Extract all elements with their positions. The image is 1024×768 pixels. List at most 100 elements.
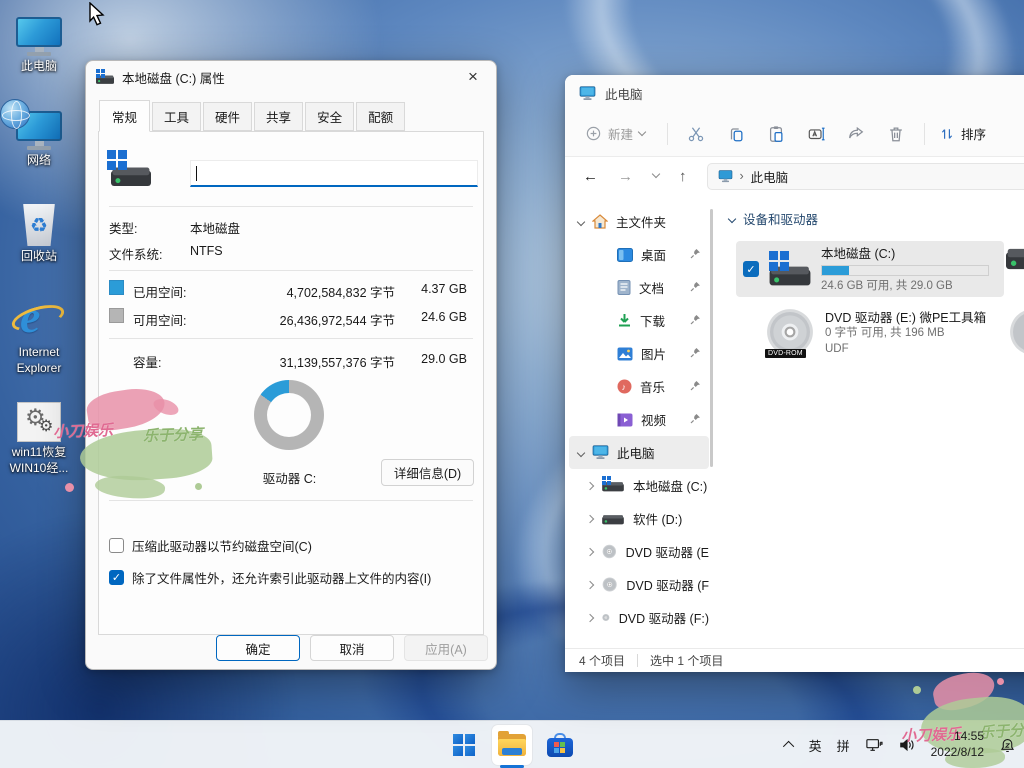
paste-icon — [767, 125, 785, 143]
breadcrumb-this-pc[interactable]: 此电脑 — [751, 167, 789, 186]
sidebar-item-dvd-2[interactable]: DVD 驱动器 (F:) — [569, 601, 709, 634]
hidden-icons-chevron[interactable] — [783, 741, 794, 752]
apply-button[interactable]: 应用(A) — [404, 635, 488, 661]
chevron-right-icon[interactable] — [586, 514, 594, 522]
taskbar-file-explorer-button[interactable] — [492, 725, 532, 765]
taskbar-store-button[interactable] — [540, 725, 580, 765]
sidebar-item-home[interactable]: 主文件夹 — [569, 205, 709, 238]
divider — [109, 500, 473, 501]
drive-c-tile[interactable]: ✓ 本地磁盘 (C:) — [736, 241, 1004, 297]
chevron-right-icon[interactable] — [586, 547, 594, 555]
taskbar-clock[interactable]: 14:55 2022/8/12 — [931, 729, 984, 760]
ok-button[interactable]: 确定 — [216, 635, 300, 661]
address-bar[interactable]: › 此电脑 — [707, 163, 1024, 190]
index-checkbox-row[interactable]: ✓ 除了文件属性外，还允许索引此驱动器上文件的内容(I) — [109, 568, 431, 587]
new-button[interactable]: 新建 — [585, 124, 659, 143]
notification-bell-icon[interactable] — [999, 737, 1016, 754]
up-button[interactable]: ↑ — [679, 168, 687, 185]
explorer-nav-bar: ← → ↑ › 此电脑 — [565, 157, 1024, 195]
sidebar-item-this-pc[interactable]: 此电脑 — [569, 436, 709, 469]
dvd-icon-partial[interactable] — [1008, 307, 1024, 357]
compress-checkbox[interactable] — [109, 538, 124, 553]
copy-button[interactable] — [716, 125, 756, 143]
sidebar-item-desktop[interactable]: 桌面 — [569, 238, 709, 271]
explorer-sidebar: 主文件夹 桌面 文档 — [565, 195, 713, 648]
chevron-right-icon[interactable] — [586, 481, 594, 489]
sidebar-item-downloads[interactable]: 下载 — [569, 304, 709, 337]
file-explorer-window: 此电脑 新建 — [565, 75, 1024, 672]
sort-button[interactable]: 排序 — [933, 124, 986, 143]
type-label: 类型: — [109, 218, 137, 237]
tab-quota[interactable]: 配额 — [356, 102, 405, 131]
forward-button[interactable]: → — [618, 168, 633, 185]
tab-general[interactable]: 常规 — [99, 100, 150, 132]
history-chevron-icon[interactable] — [652, 170, 660, 178]
sidebar-item-drive-d[interactable]: 软件 (D:) — [569, 502, 709, 535]
close-icon[interactable]: × — [458, 65, 488, 89]
drive-c-icon — [107, 150, 153, 186]
capacity-bar — [821, 265, 989, 276]
sidebar-item-videos[interactable]: 视频 — [569, 403, 709, 436]
desktop-icon-this-pc[interactable]: 此电脑 — [4, 12, 74, 75]
volume-name-input[interactable] — [190, 160, 478, 187]
rename-icon — [807, 125, 826, 143]
desktop-icon-recycle-bin[interactable]: ♻ 回收站 — [4, 202, 74, 265]
selected-checkbox[interactable]: ✓ — [743, 261, 759, 277]
chevron-right-icon[interactable] — [586, 613, 594, 621]
status-divider — [637, 654, 638, 667]
used-space-label: 已用空间: — [133, 282, 186, 301]
network-icon[interactable] — [865, 737, 883, 753]
compress-checkbox-row[interactable]: 压缩此驱动器以节约磁盘空间(C) — [109, 536, 312, 555]
dvd-icon — [602, 576, 617, 593]
free-space-bytes: 26,436,972,544 字节 — [280, 310, 395, 329]
desktop-icon-internet-explorer[interactable]: e Internet Explorer — [4, 298, 74, 376]
gears-icon: ⚙⚙ — [4, 398, 74, 442]
dialog-titlebar[interactable]: 本地磁盘 (C:) 属性 × — [86, 61, 496, 93]
sidebar-item-pictures[interactable]: 图片 — [569, 337, 709, 370]
explorer-titlebar[interactable]: 此电脑 — [565, 75, 1024, 111]
dvd-e-tile[interactable]: DVD-ROM DVD 驱动器 (E:) 微PE工具箱 0 字节 可用, 共 1… — [736, 301, 1004, 363]
details-button[interactable]: 详细信息(D) — [381, 459, 474, 486]
pin-icon — [690, 380, 701, 391]
group-header-devices[interactable]: 设备和驱动器 — [729, 209, 1024, 228]
desktop-icon-label: 此电脑 — [4, 59, 74, 75]
back-button[interactable]: ← — [583, 168, 598, 185]
sidebar-item-dvd-f[interactable]: DVD 驱动器 (F — [569, 568, 709, 601]
sort-arrows-icon — [939, 126, 955, 142]
cancel-button[interactable]: 取消 — [310, 635, 394, 661]
tab-sharing[interactable]: 共享 — [254, 102, 303, 131]
speaker-icon[interactable] — [898, 737, 916, 753]
desktop-icon-win11-restore[interactable]: ⚙⚙ win11恢复 WIN10经... — [4, 398, 74, 476]
desktop-icon-network[interactable]: 网络 — [4, 106, 74, 169]
cut-button[interactable] — [676, 125, 716, 143]
drive-info: 0 字节 可用, 共 196 MB — [825, 326, 986, 342]
drive-d-icon-partial[interactable] — [1006, 247, 1024, 271]
share-button[interactable] — [836, 125, 876, 143]
index-checkbox[interactable]: ✓ — [109, 570, 124, 585]
sort-button-label: 排序 — [961, 124, 986, 143]
divider — [109, 338, 473, 339]
mouse-cursor — [88, 2, 108, 28]
free-space-size: 24.6 GB — [421, 310, 467, 324]
ime-pinyin-indicator[interactable]: 拼 — [837, 736, 850, 755]
dialog-tabs: 常规 工具 硬件 共享 安全 配额 — [86, 93, 496, 131]
paste-button[interactable] — [756, 125, 796, 143]
drive-c-icon — [96, 70, 114, 84]
tab-tools[interactable]: 工具 — [152, 102, 201, 131]
chevron-down-icon[interactable] — [577, 217, 585, 225]
sidebar-item-drive-c[interactable]: 本地磁盘 (C:) — [569, 469, 709, 502]
ime-english-indicator[interactable]: 英 — [809, 736, 822, 755]
capacity-bytes: 31,139,557,376 字节 — [280, 352, 395, 371]
delete-button[interactable] — [876, 125, 916, 143]
plus-circle-icon — [585, 125, 602, 142]
divider — [109, 270, 473, 271]
start-button[interactable] — [444, 725, 484, 765]
tab-hardware[interactable]: 硬件 — [203, 102, 252, 131]
sidebar-item-documents[interactable]: 文档 — [569, 271, 709, 304]
rename-button[interactable] — [796, 125, 836, 143]
chevron-right-icon[interactable] — [586, 580, 594, 588]
tab-security[interactable]: 安全 — [305, 102, 354, 131]
chevron-down-icon[interactable] — [577, 448, 585, 456]
sidebar-item-music[interactable]: ♪ 音乐 — [569, 370, 709, 403]
sidebar-item-dvd-e[interactable]: DVD 驱动器 (E — [569, 535, 709, 568]
